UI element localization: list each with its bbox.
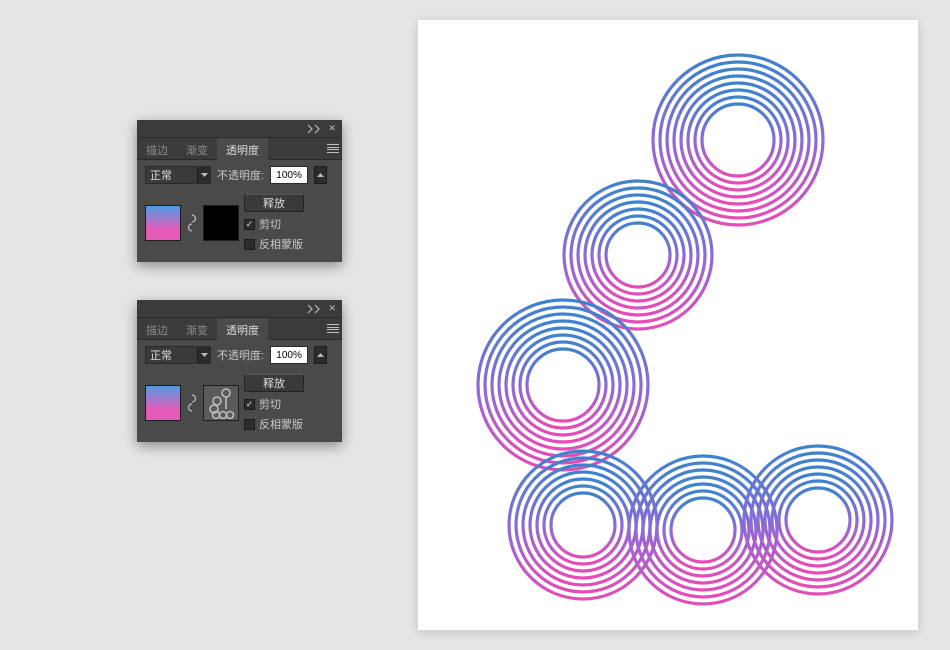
opacity-input[interactable]: 100%: [270, 346, 308, 364]
chevron-down-icon[interactable]: [197, 167, 210, 183]
release-button[interactable]: 释放: [244, 194, 304, 212]
mask-thumbnails-row: 释放 剪切 反相蒙版: [137, 368, 342, 442]
clip-label: 剪切: [259, 216, 281, 232]
panel-menu-icon[interactable]: [324, 138, 342, 160]
blend-mode-value: 正常: [146, 347, 197, 363]
tab-transparency[interactable]: 透明度: [217, 318, 268, 340]
opacity-stepper-icon[interactable]: [314, 346, 327, 364]
panel-tabs: 描边 渐变 透明度: [137, 318, 342, 340]
release-button[interactable]: 释放: [244, 374, 304, 392]
invert-mask-checkbox[interactable]: [244, 419, 255, 430]
clip-checkbox-row[interactable]: 剪切: [244, 396, 304, 412]
object-thumbnail[interactable]: [145, 205, 181, 241]
tab-stroke[interactable]: 描边: [137, 318, 177, 340]
link-mask-icon[interactable]: [186, 394, 198, 412]
collapse-arrows-icon[interactable]: [306, 304, 322, 314]
mask-thumbnail[interactable]: [203, 385, 239, 421]
blend-mode-value: 正常: [146, 167, 197, 183]
tab-gradient[interactable]: 渐变: [177, 138, 217, 160]
mask-thumbnail[interactable]: [203, 205, 239, 241]
clip-checkbox[interactable]: [244, 219, 255, 230]
link-mask-icon[interactable]: [186, 214, 198, 232]
clip-checkbox[interactable]: [244, 399, 255, 410]
panel-titlebar[interactable]: ✕: [137, 120, 342, 138]
opacity-input[interactable]: 100%: [270, 166, 308, 184]
close-icon[interactable]: ✕: [328, 124, 336, 133]
chevron-down-icon[interactable]: [197, 347, 210, 363]
invert-mask-checkbox[interactable]: [244, 239, 255, 250]
blend-mode-select[interactable]: 正常: [145, 346, 211, 364]
artboard: [418, 20, 918, 630]
transparency-panel-1[interactable]: ✕ 描边 渐变 透明度 正常 不透明度: 100% 释放 剪切 反相蒙版: [137, 120, 342, 262]
tab-gradient[interactable]: 渐变: [177, 318, 217, 340]
panel-menu-icon[interactable]: [324, 318, 342, 340]
object-thumbnail[interactable]: [145, 385, 181, 421]
blend-opacity-row: 正常 不透明度: 100%: [137, 160, 342, 188]
opacity-label: 不透明度:: [217, 167, 264, 183]
invert-mask-checkbox-row[interactable]: 反相蒙版: [244, 236, 304, 252]
opacity-stepper-icon[interactable]: [314, 166, 327, 184]
tab-transparency[interactable]: 透明度: [217, 138, 268, 160]
close-icon[interactable]: ✕: [328, 304, 336, 313]
invert-mask-label: 反相蒙版: [259, 416, 303, 432]
mask-thumbnails-row: 释放 剪切 反相蒙版: [137, 188, 342, 262]
line-artwork: [418, 20, 918, 630]
invert-mask-checkbox-row[interactable]: 反相蒙版: [244, 416, 304, 432]
mask-artwork-icon: [207, 387, 235, 419]
tab-stroke[interactable]: 描边: [137, 138, 177, 160]
clip-checkbox-row[interactable]: 剪切: [244, 216, 304, 232]
invert-mask-label: 反相蒙版: [259, 236, 303, 252]
transparency-panel-2[interactable]: ✕ 描边 渐变 透明度 正常 不透明度: 100% 释放: [137, 300, 342, 442]
blend-opacity-row: 正常 不透明度: 100%: [137, 340, 342, 368]
opacity-label: 不透明度:: [217, 347, 264, 363]
panel-tabs: 描边 渐变 透明度: [137, 138, 342, 160]
blend-mode-select[interactable]: 正常: [145, 166, 211, 184]
collapse-arrows-icon[interactable]: [306, 124, 322, 134]
panel-titlebar[interactable]: ✕: [137, 300, 342, 318]
clip-label: 剪切: [259, 396, 281, 412]
